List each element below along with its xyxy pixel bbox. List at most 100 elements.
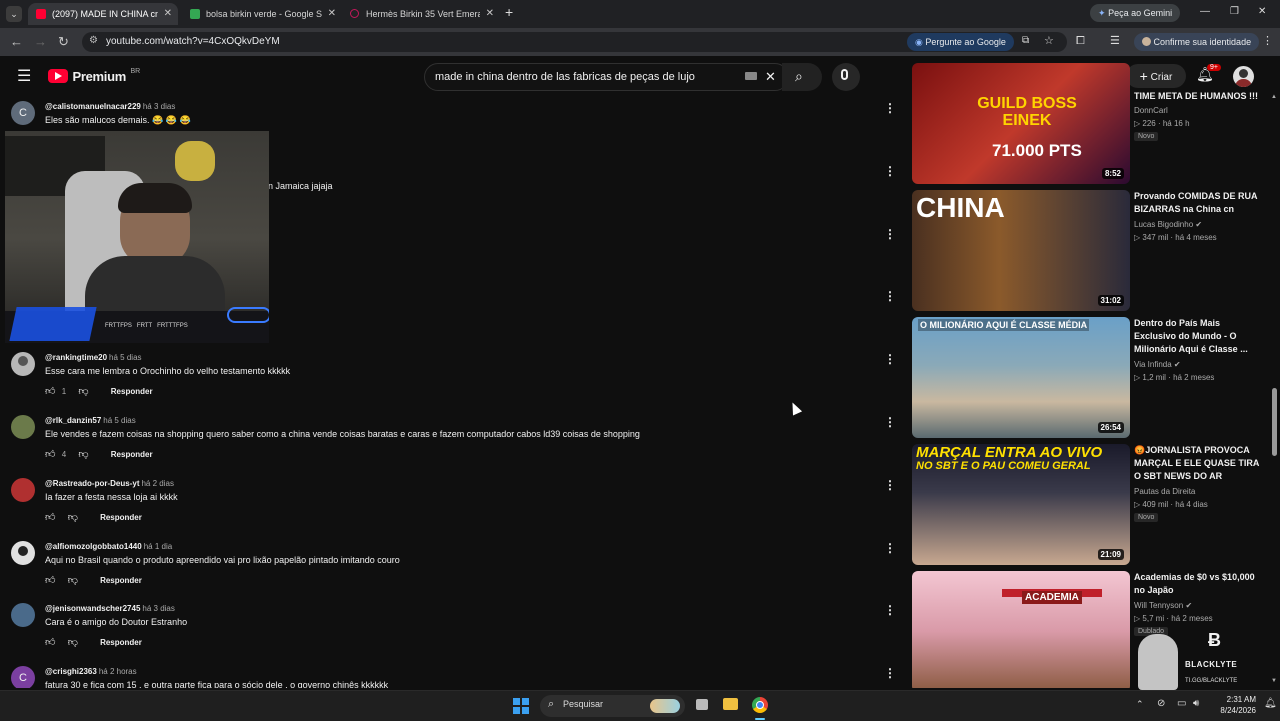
video-title[interactable]: Academias de $0 vs $10,000 no Japão [1134, 571, 1264, 597]
related-video[interactable]: MARÇAL ENTRA AO VIVO NO SBT E O PAU COME… [912, 444, 1272, 565]
like-icon[interactable]: 👍︎ [45, 512, 55, 523]
url-text[interactable]: youtube.com/watch?v=4CxOQkvDeYM [106, 32, 280, 52]
comment-menu-icon[interactable]: ⋮ [884, 603, 896, 617]
comment-time[interactable]: há 5 dias [109, 353, 141, 362]
omnibox[interactable]: ⚙ youtube.com/watch?v=4CxOQkvDeYM ◉ Perg… [82, 32, 1067, 52]
comment-author[interactable]: @jenisonwandscher2745 há 3 dias [45, 604, 175, 613]
reply-button[interactable]: Responder [100, 513, 142, 522]
avatar[interactable] [11, 352, 35, 376]
extensions-icon[interactable]: ⧠ [1076, 35, 1085, 48]
video-thumbnail[interactable]: O MILIONÁRIO AQUI É CLASSE MÉDIA 26:54 [912, 317, 1130, 438]
scroll-down-icon[interactable]: ▼ [1271, 678, 1277, 684]
hamburger-menu-icon[interactable]: ☰ [17, 66, 31, 86]
comment-time[interactable]: há 5 dias [103, 416, 135, 425]
install-app-icon[interactable]: ⧉ [1022, 35, 1029, 46]
close-icon[interactable]: ✕ [328, 3, 336, 25]
comment-time[interactable]: há 3 dias [143, 102, 175, 111]
network-off-icon[interactable]: ⊘ [1157, 698, 1165, 709]
comment-menu-icon[interactable]: ⋮ [884, 352, 896, 366]
video-title[interactable]: Provando COMIDAS DE RUA BIZARRAS na Chin… [1134, 190, 1264, 216]
site-info-icon[interactable]: ⚙ [89, 35, 98, 46]
comment-menu-icon[interactable]: ⋮ [884, 227, 896, 241]
close-icon[interactable]: ✕ [164, 3, 172, 25]
file-explorer-icon[interactable] [723, 698, 738, 710]
related-video[interactable]: O MILIONÁRIO AQUI É CLASSE MÉDIA 26:54 D… [912, 317, 1272, 438]
comment-menu-icon[interactable]: ⋮ [884, 541, 896, 555]
channel-name[interactable]: DonnCarl [1134, 106, 1168, 115]
video-title[interactable]: Dentro do País Mais Exclusivo do Mundo -… [1134, 317, 1264, 356]
clear-search-icon[interactable]: ✕ [765, 69, 776, 85]
channel-name[interactable]: Will Tennyson ✔ [1134, 601, 1192, 610]
dislike-icon[interactable]: 👎︎ [68, 637, 78, 648]
comment-time[interactable]: há 1 dia [144, 542, 172, 551]
close-icon[interactable]: ✕ [486, 3, 494, 25]
like-icon[interactable]: 👍︎ [45, 386, 55, 397]
forward-icon[interactable]: → [34, 34, 47, 50]
avatar[interactable] [11, 541, 35, 565]
display-icon[interactable]: ▭ [1177, 698, 1186, 709]
gemini-button[interactable]: ✦ Peça ao Gemini [1090, 4, 1181, 22]
back-icon[interactable]: ← [10, 34, 23, 50]
avatar[interactable] [11, 415, 35, 439]
search-query[interactable]: made in china dentro de las fabricas de … [435, 64, 695, 90]
reload-icon[interactable]: ↻ [58, 34, 69, 50]
avatar[interactable]: C [11, 101, 35, 125]
dislike-icon[interactable]: 👎︎ [78, 449, 88, 460]
comment-menu-icon[interactable]: ⋮ [884, 666, 896, 680]
browser-menu-icon[interactable]: ⋮ [1262, 34, 1273, 47]
like-icon[interactable]: 👍︎ [45, 637, 55, 648]
tab-hermes[interactable]: Hermès Birkin 35 Vert Emerald ✕ [342, 3, 500, 25]
comment-menu-icon[interactable]: ⋮ [884, 415, 896, 429]
comment-time[interactable]: há 2 horas [99, 667, 137, 676]
comment-menu-icon[interactable]: ⋮ [884, 101, 896, 115]
channel-name[interactable]: Via Infinda ✔ [1134, 360, 1181, 369]
dislike-icon[interactable]: 👎︎ [68, 575, 78, 586]
avatar[interactable]: C [11, 666, 35, 688]
media-controls-icon[interactable]: ☰ [1110, 34, 1120, 47]
video-thumbnail[interactable]: MARÇAL ENTRA AO VIVO NO SBT E O PAU COME… [912, 444, 1130, 565]
video-thumbnail[interactable]: CHINA 31:02 [912, 190, 1130, 311]
comment-author[interactable]: @crisghi2363 há 2 horas [45, 667, 137, 676]
avatar[interactable] [11, 478, 35, 502]
related-video[interactable]: GUILD BOSS EINEK 71.000 PTS 8:52 TIME ME… [912, 63, 1272, 184]
comment-author[interactable]: @rlk_danzin57 há 5 dias [45, 416, 136, 425]
tray-overflow-icon[interactable]: ⌃ [1136, 699, 1144, 710]
comment-author[interactable]: @alfiomozolgobbato1440 há 1 dia [45, 542, 172, 551]
comment-menu-icon[interactable]: ⋮ [884, 289, 896, 303]
windows-start-icon[interactable] [513, 698, 529, 714]
tab-youtube[interactable]: (2097) MADE IN CHINA cn Den ✕ [28, 3, 178, 25]
youtube-logo[interactable]: Premium BR [48, 68, 140, 84]
comment-menu-icon[interactable]: ⋮ [884, 164, 896, 178]
task-view-icon[interactable] [696, 699, 708, 710]
search-button[interactable]: ⌕ [782, 63, 822, 91]
video-title[interactable]: TIME META DE HUMANOS !!! [1134, 90, 1264, 103]
video-thumbnail[interactable]: ACADEMIA [912, 571, 1130, 688]
volume-icon[interactable]: 🔊︎ [1193, 698, 1199, 709]
minimize-button[interactable]: — [1200, 6, 1210, 17]
close-window-button[interactable]: ✕ [1258, 6, 1266, 17]
reply-button[interactable]: Responder [111, 387, 153, 396]
channel-name[interactable]: Lucas Bigodinho ✔ [1134, 220, 1202, 229]
comment-author[interactable]: @calistomanuelnacar229 há 3 dias [45, 102, 175, 111]
like-icon[interactable]: 👍︎ [45, 449, 55, 460]
voice-search-button[interactable] [832, 63, 860, 91]
dislike-icon[interactable]: 👎︎ [68, 512, 78, 523]
keyboard-icon[interactable] [745, 72, 757, 80]
reply-button[interactable]: Responder [100, 576, 142, 585]
comment-time[interactable]: há 3 dias [142, 604, 174, 613]
bookmark-star-icon[interactable]: ☆ [1044, 34, 1054, 47]
channel-name[interactable]: Pautas da Direita [1134, 487, 1195, 496]
new-tab-button[interactable]: + [505, 4, 513, 20]
comment-menu-icon[interactable]: ⋮ [884, 478, 896, 492]
comment-time[interactable]: há 2 dias [141, 479, 173, 488]
restore-button[interactable]: ❐ [1230, 6, 1239, 17]
notification-center-icon[interactable]: 🔔︎ [1264, 698, 1277, 709]
video-title[interactable]: 😡JORNALISTA PROVOCA MARÇAL E ELE QUASE T… [1134, 444, 1264, 483]
tab-search-button[interactable]: ⌄ [6, 6, 22, 22]
avatar[interactable] [11, 603, 35, 627]
scrollbar[interactable]: ▲ ▼ [1271, 94, 1278, 688]
reply-button[interactable]: Responder [100, 638, 142, 647]
reply-button[interactable]: Responder [111, 450, 153, 459]
scroll-up-icon[interactable]: ▲ [1271, 94, 1277, 100]
comment-author[interactable]: @Rastreado-por-Deus-yt há 2 dias [45, 479, 174, 488]
